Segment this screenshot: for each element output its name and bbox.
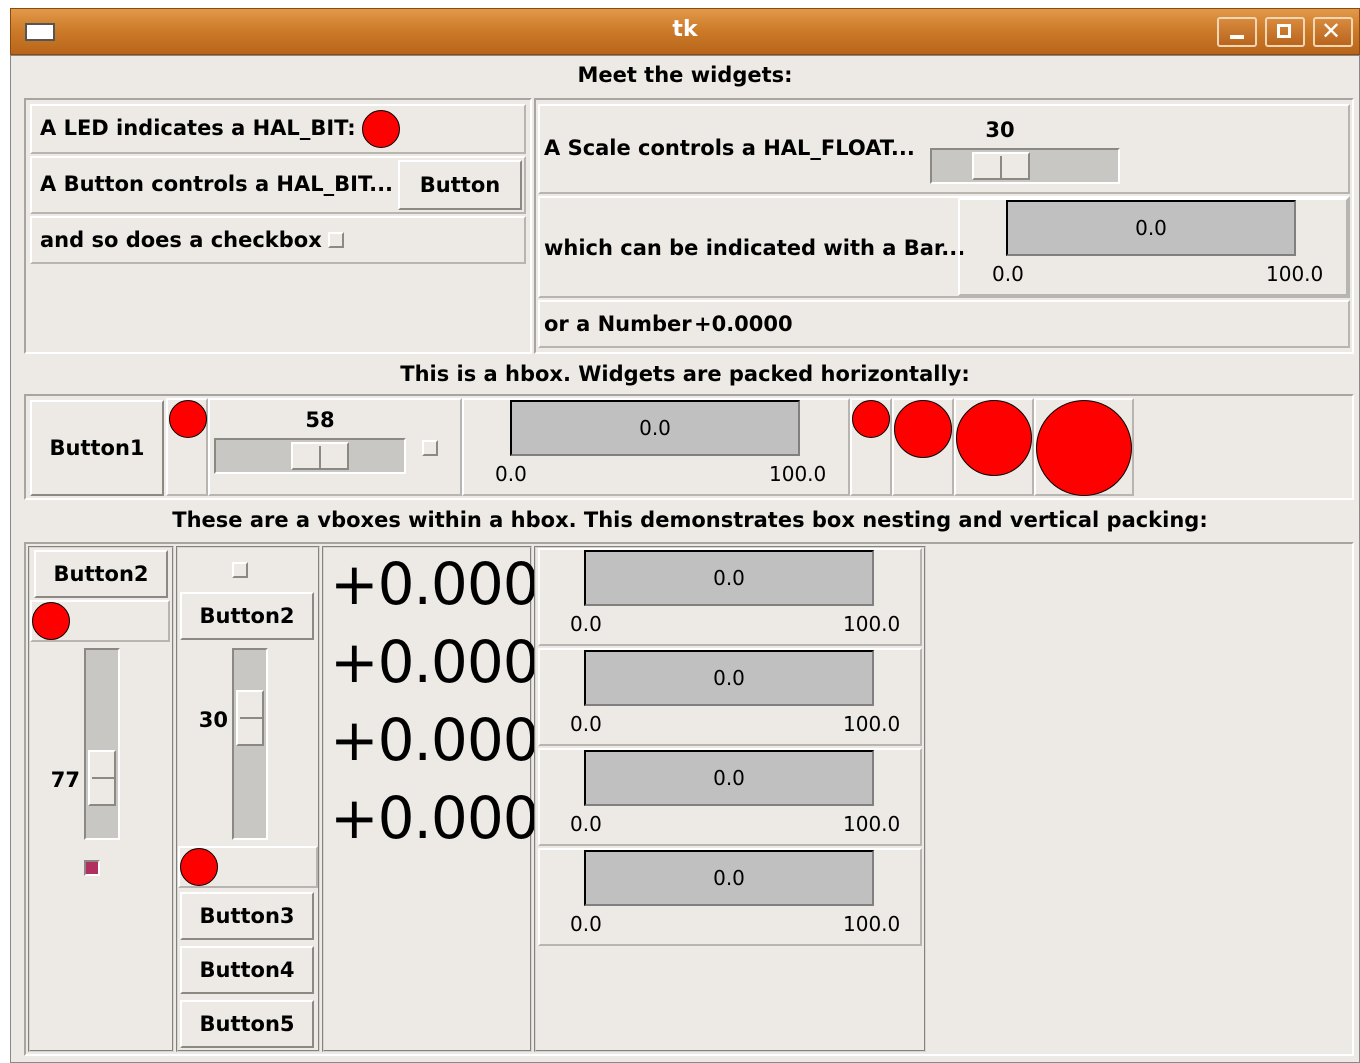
number-row-label: or a Number <box>544 312 692 336</box>
hbox-led <box>169 400 207 438</box>
vbox-bar-min-label: 0.0 <box>570 612 602 636</box>
col2-button2[interactable]: Button2 <box>180 592 314 640</box>
bar-row-label: which can be indicated with a Bar... <box>544 236 966 260</box>
hbox-bar: 0.0 <box>510 400 800 456</box>
vbox-bar-max-label: 100.0 <box>843 912 901 936</box>
led-row-label: A LED indicates a HAL_BIT: <box>40 116 356 140</box>
vbox-bar: 0.0 <box>584 750 874 806</box>
vbox-bar-min-label: 0.0 <box>570 912 602 936</box>
col2-button5[interactable]: Button5 <box>180 1000 314 1048</box>
col2-scale-value: 30 <box>198 708 228 732</box>
hal-bit-button[interactable]: Button <box>398 160 522 210</box>
close-icon: ✕ <box>1321 17 1342 45</box>
maximize-icon <box>1277 24 1291 38</box>
col2-button3[interactable]: Button3 <box>180 892 314 940</box>
scale-row-label: A Scale controls a HAL_FLOAT... <box>544 136 915 160</box>
scale-slider-handle[interactable] <box>972 152 1030 180</box>
bar-max-label: 100.0 <box>1266 262 1324 286</box>
button-row-label: A Button controls a HAL_BIT... <box>40 172 394 196</box>
col2-scale-slider-handle[interactable] <box>236 690 264 746</box>
hbox-checkbox[interactable] <box>422 440 438 456</box>
number-display: +0.000 <box>330 550 540 618</box>
number-display: +0.000 <box>330 628 540 696</box>
number-value: +0.0000 <box>694 312 793 336</box>
hbox-scale-slider-handle[interactable] <box>291 442 349 470</box>
vbox-bar: 0.0 <box>584 650 874 706</box>
window-title: tk <box>672 17 698 42</box>
hal-float-scale[interactable] <box>930 148 1120 184</box>
number-display: +0.000 <box>330 706 540 774</box>
col1-vertical-scale[interactable] <box>84 648 120 840</box>
button1[interactable]: Button1 <box>30 400 164 496</box>
hal-float-bar: 0.0 <box>1006 200 1296 256</box>
col2-led <box>180 848 218 886</box>
vbox-bar-max-label: 100.0 <box>843 612 901 636</box>
bar-min-label: 0.0 <box>992 262 1024 286</box>
minimize-icon <box>1230 35 1244 39</box>
col1-led <box>32 602 70 640</box>
vbox-bar: 0.0 <box>584 550 874 606</box>
hbox-bar-min-label: 0.0 <box>495 462 527 486</box>
hbox-led-s <box>894 400 952 458</box>
number-display: +0.000 <box>330 784 540 852</box>
col1-scale-value: 77 <box>50 768 80 792</box>
hal-bit-led <box>362 110 400 148</box>
checkbox-row-label: and so does a checkbox <box>40 228 322 252</box>
hbox-bar-max-label: 100.0 <box>769 462 827 486</box>
hbox-scale-value: 58 <box>305 408 335 432</box>
minimize-button[interactable] <box>1217 17 1257 47</box>
scale-value: 30 <box>985 118 1015 142</box>
vbox-bar-max-label: 100.0 <box>843 712 901 736</box>
col2-checkbox[interactable] <box>232 562 248 578</box>
col1-button2[interactable]: Button2 <box>34 550 168 598</box>
vbox-bar-min-label: 0.0 <box>570 812 602 836</box>
vbox-bar-min-label: 0.0 <box>570 712 602 736</box>
hbox-led-m <box>956 400 1032 476</box>
hbox-led-l <box>1036 400 1132 496</box>
hbox-heading: This is a hbox. Widgets are packed horiz… <box>400 362 970 386</box>
page-heading: Meet the widgets: <box>577 63 793 87</box>
vbox-heading: These are a vboxes within a hbox. This d… <box>172 508 1208 532</box>
col2-button4[interactable]: Button4 <box>180 946 314 994</box>
vbox-bar-max-label: 100.0 <box>843 812 901 836</box>
hbox-scale[interactable] <box>214 438 406 474</box>
col2-vertical-scale[interactable] <box>232 648 268 840</box>
hal-bit-checkbox[interactable] <box>328 232 344 248</box>
maximize-button[interactable] <box>1265 17 1305 47</box>
close-button[interactable]: ✕ <box>1313 17 1353 47</box>
window-title-bar[interactable]: tk ✕ <box>10 8 1360 55</box>
hbox-led-xs <box>852 400 890 438</box>
vbox-bar: 0.0 <box>584 850 874 906</box>
col1-checkbox[interactable] <box>84 860 100 876</box>
col1-scale-slider-handle[interactable] <box>88 750 116 806</box>
